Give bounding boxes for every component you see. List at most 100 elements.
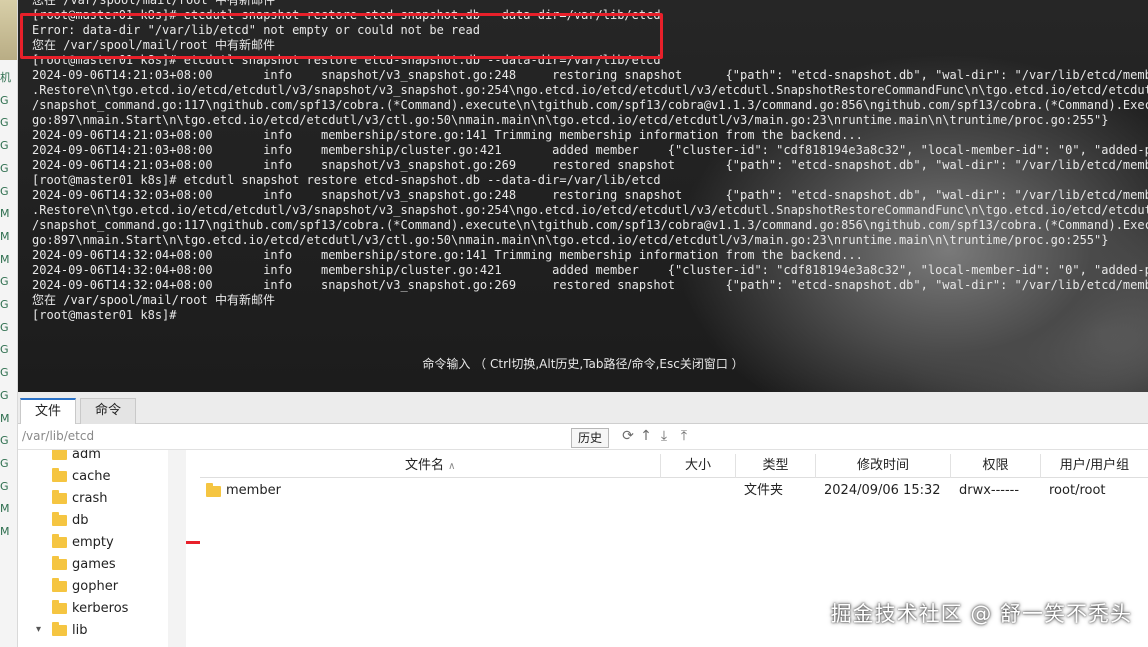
command-input-hint[interactable]: 命令输入 （ Ctrl切换,Alt历史,Tab路径/命令,Esc关闭窗口 ） [18,355,1148,372]
terminal-line: 2024-09-06T14:32:04+08:00 info membershi… [32,248,863,262]
file-permission: drwx------ [959,483,1020,498]
tree-item-lib[interactable]: ▾ lib [18,620,185,642]
folder-icon [52,450,67,460]
terminal-line: 2024-09-06T14:32:04+08:00 info snapshot/… [32,278,1148,292]
tree-item-db[interactable]: db [18,510,185,532]
strip-label: G [0,456,9,470]
tree-item-label: crash [72,491,108,506]
download-icon[interactable]: ⤓ [656,427,672,445]
folder-icon [52,556,67,570]
terminal-line: 2024-09-06T14:32:03+08:00 info snapshot/… [32,188,1148,202]
tree-item-label: empty [72,535,114,550]
terminal-line: 2024-09-06T14:21:03+08:00 info snapshot/… [32,68,1148,82]
file-list-header: 文件名 ∧ 大小 类型 修改时间 权限 用户/用户组 [200,454,1148,478]
terminal-line: [root@master01 k8s]# etcdutl snapshot re… [32,173,661,187]
tree-scrollbar[interactable] [168,450,186,647]
left-window-strip: 机GGGGGMMMGGGGGGMGGGMM [0,0,18,647]
file-type: 文件夹 [744,483,784,498]
terminal-line: .Restore\n\tgo.etcd.io/etcd/etcdutl/v3/s… [32,83,1148,97]
terminal-line: [root@master01 k8s]# etcdutl snapshot re… [32,53,661,67]
tree-item-empty[interactable]: empty [18,532,185,554]
terminal-line: 您在 /var/spool/mail/root 中有新邮件 [32,0,275,7]
tree-item-label: adm [72,450,101,462]
strip-label: G [0,388,9,402]
terminal-line: 2024-09-06T14:32:04+08:00 info membershi… [32,263,1148,277]
folder-icon [206,483,221,497]
tab-bar: 文件 命令 [18,392,1148,424]
column-modified[interactable]: 修改时间 [815,454,950,478]
tree-item-label: gopher [72,579,119,594]
strip-label: G [0,343,9,357]
path-bar: /var/lib/etcd 历史 ⟳ ↑ ⤓ ⤒ [18,424,1148,450]
strip-label: M [0,502,10,516]
terminal-line: /snapshot_command.go:117\ngithub.com/spf… [32,218,1148,232]
terminal-line: 2024-09-06T14:21:03+08:00 info membershi… [32,128,863,142]
terminal-line: [root@master01 k8s]# etcdutl snapshot re… [32,8,661,22]
strip-label: G [0,320,9,334]
tab-commands[interactable]: 命令 [80,398,137,424]
folder-icon [52,534,67,548]
strip-label: G [0,161,9,175]
tree-item-label: cache [72,469,111,484]
terminal-line: 2024-09-06T14:21:03+08:00 info snapshot/… [32,158,1148,172]
terminal-output: 您在 /var/spool/mail/root 中有新邮件 [root@maste… [32,0,1148,323]
column-type[interactable]: 类型 [735,454,815,478]
strip-label: G [0,434,9,448]
refresh-icon[interactable]: ⟳ [620,427,636,445]
strip-label: M [0,252,10,266]
strip-label: G [0,298,9,311]
folder-icon [52,512,67,526]
sort-up-icon: ∧ [448,461,456,472]
upload-icon[interactable]: ⤒ [676,427,692,445]
strip-label: M [0,207,10,221]
folder-icon [52,578,67,592]
terminal-line: go:897\nmain.Start\n\tgo.etcd.io/etcd/et… [32,113,1109,127]
column-permission[interactable]: 权限 [950,454,1040,478]
terminal-line: 2024-09-06T14:21:03+08:00 info membershi… [32,143,1148,157]
tree-item-crash[interactable]: crash [18,488,185,510]
tree-item-gopher[interactable]: gopher [18,576,185,598]
folder-icon [52,622,67,636]
up-arrow-icon[interactable]: ↑ [638,427,654,445]
tree-item-label: lib [72,623,88,638]
file-modified: 2024/09/06 15:32 [824,483,941,498]
directory-tree: adm cache crash db empty games gopher kerberos ▾… [18,450,186,647]
strip-label: G [0,116,9,130]
tab-files[interactable]: 文件 [20,398,77,424]
tree-item-kerberos[interactable]: kerberos [18,598,185,620]
tree-item-cache[interactable]: cache [18,466,185,488]
tree-item-label: games [72,557,116,572]
strip-label: 机 [0,71,11,84]
tree-item-adm[interactable]: adm [18,450,185,466]
chevron-down-icon[interactable]: ▾ [36,624,41,635]
path-input[interactable]: /var/lib/etcd [22,429,94,443]
terminal-line: go:897\nmain.Start\n\tgo.etcd.io/etcd/et… [32,233,1109,247]
strip-label: G [0,93,9,107]
column-owner[interactable]: 用户/用户组 [1040,454,1148,478]
terminal-line: /snapshot_command.go:117\ngithub.com/spf… [32,98,1148,112]
terminal-panel[interactable]: 您在 /var/spool/mail/root 中有新邮件 [root@maste… [18,0,1148,392]
strip-label: G [0,275,9,289]
file-row-member[interactable]: member 文件夹 2024/09/06 15:32 drwx------ r… [200,480,1148,502]
strip-label: M [0,229,10,243]
history-button[interactable]: 历史 [571,428,610,448]
folder-icon [52,600,67,614]
strip-label: G [0,139,9,153]
terminal-line: .Restore\n\tgo.etcd.io/etcd/etcdutl/v3/s… [32,203,1148,217]
tree-item-label: kerberos [72,601,129,616]
file-name: member [226,483,281,498]
file-owner: root/root [1049,483,1106,498]
strip-label: G [0,366,9,380]
strip-thumbnail [0,0,17,60]
strip-label: G [0,184,9,198]
terminal-line: Error: data-dir "/var/lib/etcd" not empt… [32,23,480,37]
terminal-line: 您在 /var/spool/mail/root 中有新邮件 [32,293,275,307]
tree-item-label: db [72,513,89,528]
strip-label: G [0,479,9,493]
terminal-line: [root@master01 k8s]# [32,308,177,322]
tree-item-games[interactable]: games [18,554,185,576]
column-size[interactable]: 大小 [660,454,735,478]
column-name[interactable]: 文件名 ∧ [200,454,660,478]
strip-label: M [0,525,10,538]
terminal-line: 您在 /var/spool/mail/root 中有新邮件 [32,38,275,52]
